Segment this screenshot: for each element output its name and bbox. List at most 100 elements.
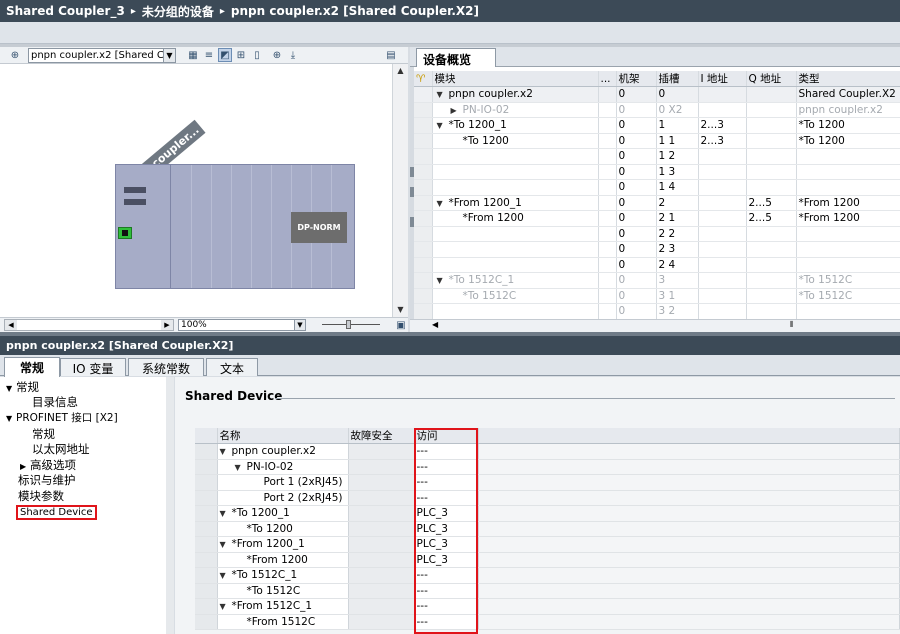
overview-navigation-icon[interactable]: ▣ [394,318,408,332]
chevron-down-icon[interactable]: ▼ [163,48,175,62]
table-icon[interactable]: ▦ [186,48,200,62]
tree-item-general[interactable]: ▼ 常规 [6,379,39,395]
overview-row[interactable]: ▼ pnpn coupler.x2 0 0 Shared Coupler.X2 [414,86,900,103]
cell-access[interactable]: PLC_3 [414,552,479,568]
col-slot[interactable]: 插槽 [656,71,699,87]
expand-toggle-icon[interactable]: ▼ [437,276,449,285]
cell-failsafe[interactable] [348,583,415,599]
col-access[interactable]: 访问 [414,428,479,444]
overview-hscrollbar[interactable]: ◀ ⦀ [410,319,900,332]
device-select[interactable]: pnpn coupler.x2 [Shared Cou ▼ [28,47,176,63]
overview-row[interactable]: *To 1512C 0 3 1 *To 1512C [414,288,900,304]
expand-toggle-icon[interactable]: ▼ [437,121,449,130]
overview-row[interactable]: ▼ *From 1200_1 0 2 2...5 *From 1200 [414,195,900,211]
overview-row[interactable]: 01 2 [414,148,900,165]
scroll-right-icon[interactable]: ▶ [161,320,173,330]
col-i-address[interactable]: I 地址 [698,71,747,87]
tree-item-ethernet[interactable]: 以太网地址 [32,441,90,457]
module-dp-norm[interactable]: DP-NORM [291,212,347,243]
shared-device-row[interactable]: ▼ *From 1512C_1 --- [195,598,900,615]
overview-row[interactable]: 02 4 [414,257,900,273]
expand-toggle-icon[interactable]: ▶ [20,462,30,471]
cell-failsafe[interactable] [348,567,415,584]
expand-toggle-icon[interactable]: ▼ [235,463,247,472]
col-more[interactable]: ... [598,71,617,87]
cell-access[interactable]: --- [414,459,479,475]
expand-toggle-icon[interactable]: ▶ [451,106,463,115]
shared-device-row[interactable]: *To 1512C --- [195,583,900,599]
cell-failsafe[interactable] [348,614,415,630]
cell-access[interactable]: PLC_3 [414,536,479,553]
expand-toggle-icon[interactable]: ▼ [220,571,232,580]
topology-icon[interactable]: ◩ [218,48,232,62]
network-icon[interactable]: ≡ [202,48,216,62]
cell-failsafe[interactable] [348,536,415,553]
download-icon[interactable]: ⤓ [286,48,300,62]
overview-row[interactable]: *To 1200 0 1 1 2...3 *To 1200 [414,133,900,149]
overview-row[interactable]: 01 4 [414,179,900,196]
col-type[interactable]: 类型 [796,71,900,87]
shared-device-row[interactable]: ▼ PN-IO-02 --- [195,459,900,475]
scroll-left-icon[interactable]: ◀ [5,320,17,330]
tab-general[interactable]: 常规 [4,357,60,377]
expand-toggle-icon[interactable]: ▼ [437,199,449,208]
device-rack[interactable]: DP-NORM [115,164,355,289]
overview-row[interactable]: 02 3 [414,241,900,258]
tree-item-catalog[interactable]: 目录信息 [32,394,78,410]
overview-row[interactable]: 01 3 [414,164,900,180]
shared-device-row[interactable]: ▼ *From 1200_1 PLC_3 [195,536,900,553]
cell-failsafe[interactable] [348,443,415,460]
shared-device-row[interactable]: ▼ *To 1512C_1 --- [195,567,900,584]
scroll-thumb[interactable]: ⦀ [790,320,794,330]
zoom-icon[interactable]: ⊕ [270,48,284,62]
shared-device-row[interactable]: *To 1200 PLC_3 [195,521,900,537]
cell-access[interactable]: --- [414,443,479,460]
tab-system-constants[interactable]: 系统常数 [128,358,204,376]
tab-device-overview[interactable]: 设备概览 [416,48,496,67]
cell-failsafe[interactable] [348,598,415,615]
expand-toggle-icon[interactable]: ▼ [220,509,232,518]
cell-access[interactable]: --- [414,583,479,599]
shared-device-row[interactable]: *From 1200 PLC_3 [195,552,900,568]
cell-access[interactable]: PLC_3 [414,505,479,522]
shared-device-row[interactable]: Port 2 (2xRJ45) --- [195,490,900,506]
properties-icon[interactable]: ▤ [384,48,398,62]
zoom-select[interactable]: 100% ▼ [178,319,306,331]
cell-access[interactable]: PLC_3 [414,521,479,537]
zoom-slider[interactable] [322,320,380,329]
overview-row[interactable]: ▼ *To 1200_1 0 1 2...3 *To 1200 [414,117,900,134]
cell-access[interactable]: --- [414,567,479,584]
tree-item-advanced[interactable]: ▶ 高级选项 [20,457,76,473]
cell-failsafe[interactable] [348,459,415,475]
tree-scrollbar[interactable] [166,377,174,634]
col-q-address[interactable]: Q 地址 [746,71,797,87]
tree-item-identification[interactable]: 标识与维护 [18,472,76,488]
page-icon[interactable]: ▯ [250,48,264,62]
cell-access[interactable]: --- [414,614,479,630]
cell-failsafe[interactable] [348,552,415,568]
cell-failsafe[interactable] [348,474,415,491]
col-name[interactable]: 名称 [217,428,349,444]
overview-row[interactable]: ▶ PN-IO-02 0 0 X2 pnpn coupler.x2 [414,102,900,118]
breadcrumb-project[interactable]: Shared Coupler_3 [6,4,125,18]
filter-icon[interactable]: ♈ [414,71,433,87]
port-icon[interactable] [118,227,132,239]
shared-device-row[interactable]: Port 1 (2xRJ45) --- [195,474,900,491]
expand-toggle-icon[interactable]: ▼ [220,540,232,549]
expand-toggle-icon[interactable]: ▼ [220,447,232,456]
cell-failsafe[interactable] [348,490,415,506]
cell-access[interactable]: --- [414,474,479,491]
tree-item-profinet-general[interactable]: 常规 [32,426,55,442]
tab-texts[interactable]: 文本 [206,358,258,376]
shared-device-row[interactable]: *From 1512C --- [195,614,900,630]
expand-toggle-icon[interactable]: ▼ [437,90,449,99]
overview-row[interactable]: ▼ *To 1512C_1 0 3 *To 1512C [414,272,900,289]
device-icon[interactable]: ⊕ [8,48,22,62]
horizontal-scrollbar[interactable]: ◀ ▶ [4,319,174,331]
vertical-scrollbar[interactable]: ▲ ▼ [392,64,408,317]
shared-device-row[interactable]: ▼ pnpn coupler.x2 --- [195,443,900,460]
cell-failsafe[interactable] [348,505,415,522]
chevron-down-icon[interactable]: ▼ [294,320,305,330]
tree-item-profinet[interactable]: ▼ PROFINET 接口 [X2] [6,410,118,425]
expand-toggle-icon[interactable]: ▼ [220,602,232,611]
